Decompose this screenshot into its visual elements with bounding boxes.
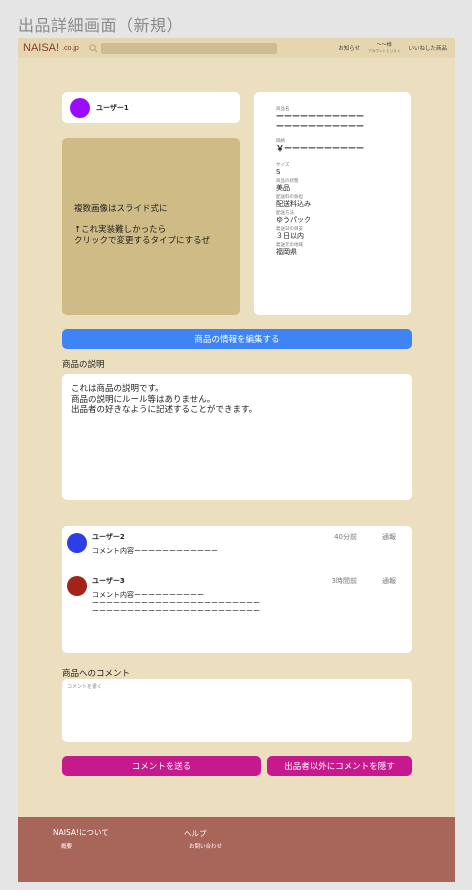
size-value: S [276, 168, 281, 176]
comment-input[interactable] [62, 679, 412, 742]
image-note-line1: 複数画像はスライド式に [74, 204, 168, 214]
comment-form-title: 商品へのコメント [62, 669, 131, 679]
hide-comments-button[interactable]: 出品者以外にコメントを隠す [267, 756, 412, 776]
product-image-slider[interactable]: 複数画像はスライド式に ↑これ実装難しかったら クリックで変更するタイプにするぜ [62, 138, 240, 315]
seller-name: ユーザー1 [96, 103, 129, 112]
description-line1: これは商品の説明です。 [71, 384, 164, 394]
commenter-name: ユーザー3 [92, 577, 125, 585]
page-heading: 出品詳細画面（新規） [18, 16, 184, 35]
image-note-line3: クリックで変更するタイプにするぜ [74, 235, 211, 246]
site-footer: NAISA!について 概要 ヘルプ お問い合わせ [18, 817, 455, 882]
product-name-line2: ーーーーーーーーーーー [276, 122, 364, 131]
footer-about-title: NAISA!について [53, 828, 109, 837]
comment-time: 40分前 [334, 533, 357, 541]
search-icon[interactable] [89, 43, 98, 53]
comment-text: コメント内容ーーーーーーーーーーーー [92, 547, 218, 555]
product-info-card: 商品名 ーーーーーーーーーーー ーーーーーーーーーーー 価格 ￥ーーーーーーーー… [254, 92, 411, 315]
commenter-avatar [67, 533, 87, 553]
seller-card[interactable]: ユーザー1 [62, 92, 240, 123]
page-frame: NAISA! .co.jp お知らせ 〜〜様 アカウントとリスト いいねした商品… [18, 38, 455, 882]
seller-avatar [70, 97, 90, 118]
site-logo-domain: .co.jp [62, 44, 79, 52]
shipping-fee-value: 配送料込み [276, 200, 311, 208]
product-name-line1: ーーーーーーーーーーー [276, 112, 364, 121]
commenter-name: ユーザー2 [92, 533, 125, 541]
report-link[interactable]: 通報 [382, 576, 396, 586]
footer-contact-link[interactable]: お問い合わせ [189, 842, 222, 850]
ship-origin-value: 福岡県 [276, 248, 297, 256]
footer-help-title: ヘルプ [184, 829, 207, 838]
description-box: これは商品の説明です。 商品の説明にルール等はありません。 出品者の好きなように… [62, 374, 412, 500]
image-note-spacer [74, 215, 240, 226]
edit-product-button[interactable]: 商品の情報を編集する [62, 329, 412, 349]
site-header: NAISA! .co.jp お知らせ 〜〜様 アカウントとリスト いいねした商品 [18, 38, 455, 58]
description-line2: 商品の説明にルール等はありません。 [71, 394, 216, 405]
condition-value: 美品 [276, 184, 290, 192]
liked-items-link[interactable]: いいねした商品 [408, 44, 447, 52]
report-link[interactable]: 通報 [382, 532, 396, 542]
account-menu[interactable]: 〜〜様 アカウントとリスト [368, 42, 400, 54]
shipping-method-value: ゆうパック [276, 216, 311, 224]
send-comment-button[interactable]: コメントを送る [62, 756, 261, 776]
image-note-line2: ↑これ実装難しかったら [74, 225, 167, 235]
account-sub-label: アカウントとリスト [368, 49, 401, 53]
notice-link[interactable]: お知らせ [338, 44, 360, 52]
site-logo[interactable]: NAISA! [23, 42, 59, 54]
description-line3: 出品者の好きなように記述することができます。 [71, 405, 258, 415]
price-value: ￥ーーーーーーーーーー [276, 144, 364, 153]
description-title: 商品の説明 [62, 360, 105, 370]
commenter-avatar [67, 576, 87, 596]
shipping-days-value: ３日以内 [276, 232, 304, 240]
footer-about-link[interactable]: 概要 [61, 842, 72, 850]
header-links: お知らせ 〜〜様 アカウントとリスト いいねした商品 [338, 38, 447, 58]
comment-list: ユーザー2 40分前 通報 コメント内容ーーーーーーーーーーーー ユーザー3 3… [62, 526, 412, 653]
comment-time: 3時間前 [331, 577, 357, 585]
search-input[interactable] [100, 42, 277, 54]
comment-text: コメント内容ーーーーーーーーーー ーーーーーーーーーーーーーーーーーーーーーーー… [92, 591, 260, 615]
